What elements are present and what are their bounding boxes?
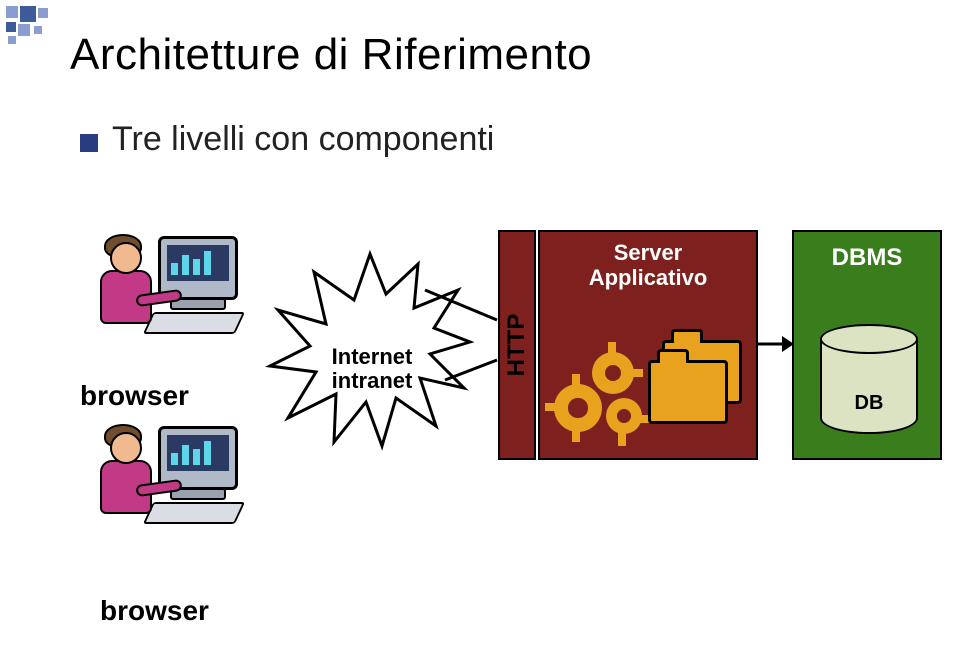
dbms-title: DBMS xyxy=(794,244,940,272)
browser-client-icon xyxy=(100,230,240,350)
arrow-right-icon xyxy=(758,324,794,364)
database-cylinder-icon: DB xyxy=(820,324,918,434)
folder-icon xyxy=(648,340,742,432)
application-server-box: Server Applicativo xyxy=(538,230,758,460)
bullet-square-icon xyxy=(80,134,98,152)
app-server-title-line2: Applicativo xyxy=(589,265,708,290)
dbms-box: DBMS DB xyxy=(792,230,942,460)
gears-icon xyxy=(554,342,654,442)
slide-title: Architetture di Riferimento xyxy=(70,30,592,80)
bullet-item: Tre livelli con componenti xyxy=(80,120,494,159)
browser-label: browser xyxy=(80,380,189,412)
connector-lines-icon xyxy=(405,260,505,440)
browser-label: browser xyxy=(100,595,209,627)
browser-client-icon xyxy=(100,420,240,540)
bullet-text: Tre livelli con componenti xyxy=(112,120,494,159)
application-server-title: Server Applicativo xyxy=(540,240,756,291)
network-label-line2: intranet xyxy=(332,368,413,393)
db-label: DB xyxy=(820,392,918,415)
architecture-diagram: browser browser Internet intranet HTTP S… xyxy=(60,190,930,610)
app-server-title-line1: Server xyxy=(614,240,683,265)
http-label: HTTP xyxy=(503,314,531,377)
network-label-line1: Internet xyxy=(332,344,413,369)
http-protocol-bar: HTTP xyxy=(498,230,536,460)
